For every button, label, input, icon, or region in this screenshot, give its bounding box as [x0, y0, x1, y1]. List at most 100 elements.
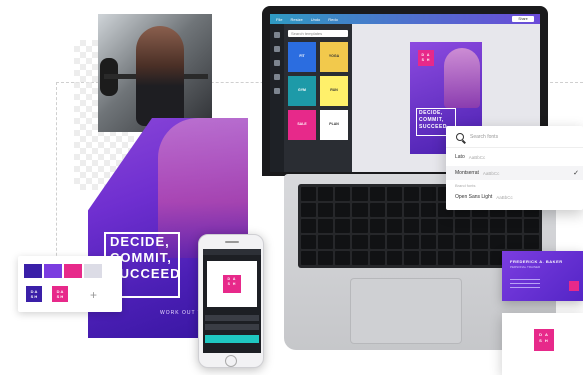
template-label: GYM: [298, 88, 306, 92]
design-photo[interactable]: [444, 48, 480, 108]
keyboard-key: [386, 219, 402, 233]
color-swatch[interactable]: [64, 264, 82, 278]
keyboard-key: [318, 219, 334, 233]
keyboard-key: [318, 251, 334, 265]
logo-tile-text: D A S H: [56, 289, 64, 299]
font-option-montserrat[interactable]: Montserrat AaBbCc ✓: [446, 166, 583, 180]
search-icon: [456, 132, 464, 141]
keyboard-key: [506, 235, 522, 249]
keyboard-key: [421, 235, 437, 249]
card-logo-text: D A S H: [539, 332, 549, 343]
keyboard-key: [455, 219, 471, 233]
phone-logo[interactable]: D A S H: [223, 275, 241, 293]
brand-kit-panel: D A S H D A S H +: [18, 256, 122, 312]
checkmark-icon: ✓: [573, 170, 579, 177]
logo-tile-text: D A S H: [30, 289, 38, 299]
marketing-composite: DECIDE, COMMIT, SUCCEED WORK OUT WITH US…: [0, 0, 583, 375]
keyboard-key: [403, 187, 419, 201]
share-button[interactable]: Share: [512, 16, 534, 22]
phone-logo-text: D A S H: [227, 277, 237, 286]
color-swatch[interactable]: [44, 264, 62, 278]
keyboard-key: [386, 235, 402, 249]
keyboard-key: [421, 251, 437, 265]
keyboard-key: [369, 203, 385, 217]
keyboard-key: [386, 251, 402, 265]
template-label: PLAN: [329, 122, 339, 126]
trackpad: [350, 278, 462, 344]
font-dropdown: Search fonts Lato AaBbCc Montserrat AaBb…: [446, 126, 583, 210]
templates-icon[interactable]: [274, 32, 280, 38]
template-label: SALE: [297, 122, 307, 126]
logo-tile[interactable]: D A S H: [52, 286, 68, 302]
card-contact-lines: [510, 279, 540, 280]
text-icon[interactable]: [274, 74, 280, 80]
menu-item[interactable]: File: [276, 17, 282, 22]
keyboard-key: [421, 187, 437, 201]
keyboard-key: [369, 219, 385, 233]
template-thumb[interactable]: FIT: [288, 42, 316, 72]
menu-item[interactable]: Redo: [328, 17, 338, 22]
menu-item[interactable]: Resize: [290, 17, 302, 22]
athlete-figure: [136, 26, 184, 126]
keyboard-key: [523, 219, 539, 233]
font-search-placeholder: Search fonts: [470, 133, 499, 140]
template-label: RUN: [330, 88, 338, 92]
template-search-input[interactable]: Search templates: [288, 30, 348, 37]
font-option-open-sans-light[interactable]: Open Sans Light AaBbCc: [446, 190, 583, 204]
template-thumb[interactable]: SALE: [288, 110, 316, 140]
design-headline[interactable]: DECIDE, COMMIT, SUCCEED: [419, 110, 447, 131]
color-swatch[interactable]: [24, 264, 42, 278]
keyboard-key: [438, 235, 454, 249]
font-search-field[interactable]: Search fonts: [446, 126, 583, 148]
keyboard-key: [352, 251, 368, 265]
menu-item[interactable]: Undo: [311, 17, 321, 22]
template-thumb[interactable]: RUN: [320, 76, 348, 106]
editor-topbar: File Resize Undo Redo Share: [270, 14, 540, 24]
keyboard-key: [318, 235, 334, 249]
keyboard-key: [301, 219, 317, 233]
keyboard-key: [472, 235, 488, 249]
keyboard-key: [335, 235, 351, 249]
keyboard-key: [455, 235, 471, 249]
template-thumb[interactable]: YOGA: [320, 42, 348, 72]
keyboard-key: [335, 219, 351, 233]
logo-tile[interactable]: D A S H: [26, 286, 42, 302]
keyboard-key: [301, 187, 317, 201]
athlete-photo: [98, 14, 212, 132]
font-option-lato[interactable]: Lato AaBbCc: [446, 150, 583, 164]
keyboard-key: [352, 187, 368, 201]
template-thumb[interactable]: PLAN: [320, 110, 348, 140]
uploads-icon[interactable]: [274, 88, 280, 94]
template-thumb[interactable]: GYM: [288, 76, 316, 106]
card-mini-logo: [569, 281, 579, 291]
brand-fonts-heading: Brand fonts: [455, 183, 476, 188]
templates-panel: Search templates FIT YOGA GYM RUN SALE P…: [284, 24, 352, 172]
elements-icon[interactable]: [274, 60, 280, 66]
phone-toolbar[interactable]: [205, 315, 259, 321]
keyboard-key: [352, 219, 368, 233]
keyboard-key: [455, 251, 471, 265]
photos-icon[interactable]: [274, 46, 280, 52]
phone-action-button[interactable]: [205, 335, 259, 343]
keyboard-key: [438, 251, 454, 265]
font-sample: AaBbCc: [482, 170, 500, 176]
keyboard-key: [318, 187, 334, 201]
font-sample: AaBbCc: [468, 154, 486, 160]
font-name: Lato: [455, 154, 465, 160]
phone-toolbar-secondary[interactable]: [205, 324, 259, 330]
keyboard-key: [438, 219, 454, 233]
phone-editor-bar: [203, 249, 261, 255]
add-brand-asset-button[interactable]: +: [90, 288, 97, 302]
keyboard-key: [352, 203, 368, 217]
home-button[interactable]: [225, 355, 237, 367]
keyboard-key: [489, 219, 505, 233]
business-card-back: D A S H: [502, 313, 583, 375]
card-logo: D A S H: [534, 329, 554, 351]
color-swatch[interactable]: [84, 264, 102, 278]
keyboard-key: [421, 219, 437, 233]
design-logo[interactable]: D A S H: [418, 50, 434, 66]
smartphone: D A S H: [198, 234, 264, 368]
phone-canvas[interactable]: D A S H: [207, 261, 257, 307]
keyboard-key: [403, 203, 419, 217]
font-name: Montserrat: [455, 170, 479, 176]
